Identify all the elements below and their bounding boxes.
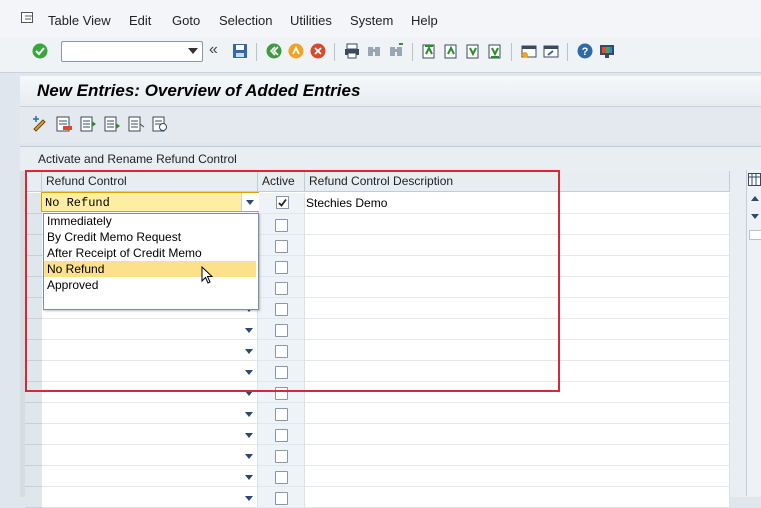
menu-selection[interactable]: Selection — [219, 13, 272, 28]
print-icon[interactable] — [343, 42, 361, 60]
next-entry-icon[interactable] — [103, 115, 121, 133]
display-change-icon[interactable] — [31, 115, 49, 133]
next-page-icon[interactable] — [464, 42, 482, 60]
application-toolbar — [20, 107, 761, 143]
standard-toolbar: « ? — [0, 38, 761, 73]
row-selector[interactable] — [25, 466, 42, 487]
separator — [511, 43, 512, 61]
refund-control-cell[interactable] — [42, 424, 258, 445]
active-checkbox[interactable] — [275, 492, 288, 505]
chevron-down-icon[interactable] — [245, 475, 253, 480]
scroll-up-icon[interactable] — [751, 196, 759, 201]
find-next-icon[interactable] — [387, 42, 405, 60]
command-dropdown-icon[interactable] — [188, 48, 198, 54]
menu-goto[interactable]: Goto — [172, 13, 200, 28]
table-settings-pane — [746, 170, 761, 496]
description-cell[interactable] — [305, 466, 730, 487]
separator — [412, 43, 413, 61]
previous-page-icon[interactable] — [442, 42, 460, 60]
active-cell — [258, 466, 305, 487]
exit-icon[interactable] — [287, 42, 305, 60]
menu-utilities[interactable]: Utilities — [290, 13, 332, 28]
active-checkbox[interactable] — [275, 450, 288, 463]
menu-bar: Table View Edit Goto Selection Utilities… — [0, 0, 761, 38]
scroll-down-icon[interactable] — [751, 214, 759, 219]
title-bar: New Entries: Overview of Added Entries — [20, 76, 761, 107]
active-checkbox[interactable] — [275, 408, 288, 421]
previous-entry-icon[interactable] — [79, 115, 97, 133]
active-cell — [258, 403, 305, 424]
active-cell — [258, 487, 305, 508]
refund-control-cell[interactable] — [42, 445, 258, 466]
chevron-down-icon[interactable] — [245, 412, 253, 417]
chevron-down-icon[interactable] — [245, 454, 253, 459]
enter-icon[interactable] — [31, 42, 49, 60]
first-page-icon[interactable] — [420, 42, 438, 60]
print-list-icon[interactable] — [151, 115, 169, 133]
menu-edit[interactable]: Edit — [129, 13, 151, 28]
cancel-icon[interactable] — [309, 42, 327, 60]
save-icon[interactable] — [231, 42, 249, 60]
chevron-down-icon[interactable] — [245, 496, 253, 501]
description-cell[interactable] — [305, 424, 730, 445]
menu-table-view[interactable]: Table View — [48, 13, 111, 28]
table-settings-icon[interactable] — [748, 173, 761, 186]
description-cell[interactable] — [305, 487, 730, 508]
row-selector[interactable] — [25, 424, 42, 445]
annotation-highlight-box — [25, 170, 560, 392]
refund-control-cell[interactable] — [42, 403, 258, 424]
delete-row-icon[interactable] — [55, 115, 73, 133]
active-cell — [258, 445, 305, 466]
shortcut-icon[interactable] — [542, 42, 560, 60]
menu-system[interactable]: System — [350, 13, 393, 28]
command-field[interactable] — [61, 41, 203, 62]
select-all-icon[interactable] — [127, 115, 145, 133]
page-title: New Entries: Overview of Added Entries — [37, 81, 361, 100]
row-selector[interactable] — [25, 403, 42, 424]
collapse-icon[interactable]: « — [209, 42, 227, 60]
scroll-thumb[interactable] — [749, 230, 761, 240]
chevron-down-icon[interactable] — [245, 433, 253, 438]
menu-toggle-icon[interactable] — [21, 12, 35, 25]
back-icon[interactable] — [265, 42, 283, 60]
separator — [567, 43, 568, 61]
help-icon[interactable]: ? — [576, 42, 594, 60]
create-session-icon[interactable] — [520, 42, 538, 60]
separator — [334, 43, 335, 61]
active-cell — [258, 424, 305, 445]
row-selector[interactable] — [25, 487, 42, 508]
active-checkbox[interactable] — [275, 471, 288, 484]
refund-control-cell[interactable] — [42, 487, 258, 508]
active-checkbox[interactable] — [275, 429, 288, 442]
find-icon[interactable] — [365, 42, 383, 60]
menu-help[interactable]: Help — [411, 13, 438, 28]
table-title: Activate and Rename Refund Control — [38, 152, 237, 166]
last-page-icon[interactable] — [486, 42, 504, 60]
description-cell[interactable] — [305, 445, 730, 466]
refund-control-cell[interactable] — [42, 466, 258, 487]
description-cell[interactable] — [305, 403, 730, 424]
row-selector[interactable] — [25, 445, 42, 466]
layout-icon[interactable] — [598, 42, 616, 60]
svg-text:?: ? — [582, 46, 589, 58]
separator — [256, 43, 257, 61]
